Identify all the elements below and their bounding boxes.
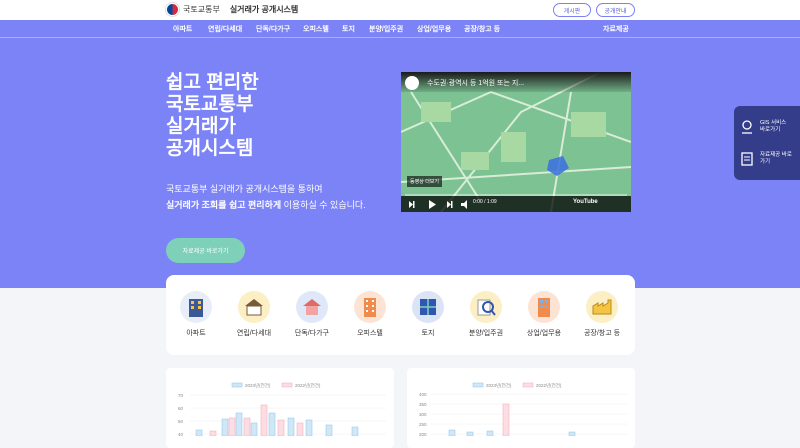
y-tick: 200 (419, 432, 427, 436)
nav-villa[interactable]: 연립/다세대 (208, 24, 242, 34)
category-apartment[interactable]: 아파트 (166, 291, 226, 338)
hero-desc-line1: 국토교통부 실거래가 공개시스템을 통하여 (166, 184, 323, 194)
y-tick: 350 (419, 402, 427, 407)
more-videos-label[interactable]: 동영상 더보기 (407, 176, 442, 187)
hero-title-line: 쉽고 편리한 (166, 72, 259, 93)
guide-button[interactable]: 공개안내 (596, 3, 635, 17)
category-label: 상업/업무용 (526, 330, 562, 337)
land-icon (412, 291, 444, 323)
data-provision-label: 자료제공 바로가기 (760, 152, 792, 165)
data-provision-link[interactable]: 자료제공 바로가기 (740, 144, 798, 174)
document-icon (741, 152, 753, 166)
youtube-video-player[interactable]: 수도권·광역시 등 1억원 또는 지... 동영상 더보기 0:00 / 1:0… (401, 72, 631, 212)
villa-icon (238, 291, 270, 323)
y-tick: 400 (419, 392, 427, 397)
y-tick: 70 (178, 393, 184, 398)
legend-a: 2023년(전건) (245, 382, 271, 388)
data-provision-cta-button[interactable]: 자료제공 바로가기 (166, 238, 245, 263)
legend-a: 2023년(전건) (486, 382, 512, 388)
main-nav: 아파트 연립/다세대 단독/다가구 오피스텔 토지 분양/입주권 상업/업무용 … (0, 20, 800, 38)
video-time: 0:00 / 1:09 (473, 199, 497, 205)
nav-land[interactable]: 토지 (342, 24, 355, 34)
gis-service-link[interactable]: GIS 서비스 바로가기 (740, 112, 798, 142)
category-label: 단독/다가구 (294, 330, 330, 337)
board-button[interactable]: 게시판 (553, 3, 591, 17)
category-label: 토지 (421, 330, 435, 337)
hero-title-line: 공개시스템 (166, 138, 254, 159)
nav-apartment[interactable]: 아파트 (173, 24, 192, 34)
hero-title-line: 국토교통부 (166, 94, 254, 115)
hero-desc-rest: 이용하실 수 있습니다. (281, 200, 366, 210)
gis-service-label: GIS 서비스 바로가기 (760, 120, 787, 133)
hero-desc-line2: 실거래가 조회를 쉽고 편리하게 이용하실 수 있습니다. (166, 197, 366, 213)
y-tick: 40 (178, 432, 184, 436)
y-tick: 60 (178, 406, 184, 411)
nav-commercial[interactable]: 상업/업무용 (417, 24, 451, 34)
nav-data-provision[interactable]: 자료제공 (603, 24, 629, 34)
hero-description: 국토교통부 실거래가 공개시스템을 통하여 실거래가 조회를 쉽고 편리하게 이… (166, 181, 366, 213)
nav-house[interactable]: 단독/다가구 (256, 24, 290, 34)
nav-presale[interactable]: 분양/입주권 (369, 24, 403, 34)
ministry-name: 국토교통부 (183, 5, 220, 14)
commercial-icon (528, 291, 560, 323)
nav-officetel[interactable]: 오피스텔 (303, 24, 329, 34)
chart-left: 2023년(전건) 2022년(전건) 70 60 50 40 (178, 382, 386, 437)
nav-factory[interactable]: 공장/창고 등 (464, 24, 500, 34)
apartment-icon (180, 291, 212, 323)
category-label: 분양/입주권 (468, 330, 504, 337)
site-logo[interactable]: 국토교통부 실거래가 공개시스템 (166, 3, 298, 16)
legend-b: 2022년(전건) (536, 382, 562, 388)
category-officetel[interactable]: 오피스텔 (340, 291, 400, 338)
category-label: 오피스텔 (357, 330, 383, 337)
category-card: 아파트 연립/다세대 단독/다가구 오피스텔 토지 분양/입주권 상업/업무용 … (166, 275, 635, 355)
category-label: 연립/다세대 (236, 330, 272, 337)
category-villa[interactable]: 연립/다세대 (224, 291, 284, 338)
playback-controls-icon[interactable] (409, 200, 469, 209)
hero-banner (0, 20, 800, 288)
map-pin-icon (742, 120, 752, 134)
category-house[interactable]: 단독/다가구 (282, 291, 342, 338)
category-factory[interactable]: 공장/창고 등 (572, 291, 632, 338)
factory-icon (586, 291, 618, 323)
youtube-logo[interactable]: YouTube (573, 199, 598, 205)
map-thumbnail (401, 72, 631, 212)
category-presale[interactable]: 분양/입주권 (456, 291, 516, 338)
presale-icon (470, 291, 502, 323)
taegeuk-logo-icon (166, 3, 179, 16)
channel-avatar-icon (405, 76, 419, 90)
hero-desc-bold: 실거래가 조회를 쉽고 편리하게 (166, 200, 282, 210)
y-tick: 250 (419, 422, 427, 427)
y-tick: 50 (178, 419, 184, 424)
chart-right: 2023년(전건) 2022년(전건) 400 350 300 250 200 (419, 382, 627, 437)
system-name: 실거래가 공개시스템 (229, 5, 299, 14)
house-icon (296, 291, 328, 323)
category-land[interactable]: 토지 (398, 291, 458, 338)
officetel-icon (354, 291, 386, 323)
y-tick: 300 (419, 412, 427, 417)
legend-b: 2022년(전건) (295, 382, 321, 388)
chart-panel-left: 2023년(전건) 2022년(전건) 70 60 50 40 (166, 368, 394, 448)
quick-links-panel: GIS 서비스 바로가기 자료제공 바로가기 (734, 106, 800, 180)
category-label: 아파트 (186, 330, 206, 337)
category-commercial[interactable]: 상업/업무용 (514, 291, 574, 338)
hero-title-line: 실거래가 (166, 116, 236, 137)
hero-title: 쉽고 편리한 국토교통부 실거래가 공개시스템 (166, 72, 259, 160)
chart-panel-right: 2023년(전건) 2022년(전건) 400 350 300 250 200 (407, 368, 635, 448)
site-header: 국토교통부 실거래가 공개시스템 게시판 공개안내 (0, 0, 800, 20)
video-title[interactable]: 수도권·광역시 등 1억원 또는 지... (427, 78, 524, 88)
category-label: 공장/창고 등 (583, 330, 621, 337)
